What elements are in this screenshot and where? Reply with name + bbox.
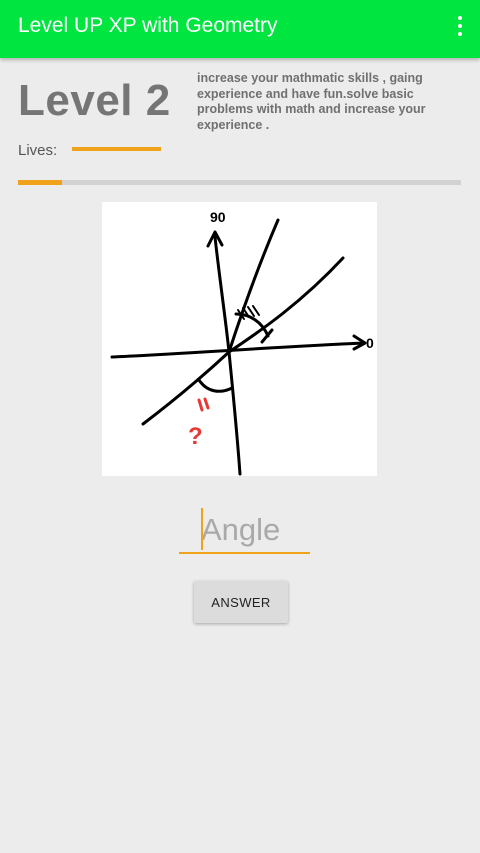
angle-input[interactable] bbox=[179, 508, 310, 554]
question-image: 90 0 ? bbox=[102, 202, 377, 476]
lives-bar bbox=[72, 147, 161, 151]
angle-diagram: 90 0 ? bbox=[110, 209, 374, 476]
label-ninety: 90 bbox=[210, 209, 226, 225]
level-progress-fill bbox=[18, 180, 63, 185]
level-title: Level 2 bbox=[18, 76, 171, 125]
answer-button[interactable]: ANSWER bbox=[194, 581, 288, 623]
level-progress-bar bbox=[18, 180, 461, 185]
label-zero: 0 bbox=[366, 335, 374, 351]
lives-label: Lives: bbox=[18, 142, 58, 159]
lives-bar-fill bbox=[72, 147, 161, 151]
app-bar: Level UP XP with Geometry bbox=[0, 0, 480, 58]
level-description: increase your mathmatic skills , gaing e… bbox=[197, 71, 426, 132]
app-title: Level UP XP with Geometry bbox=[18, 14, 278, 37]
text-cursor bbox=[201, 508, 203, 550]
label-question-mark: ? bbox=[188, 423, 203, 450]
overflow-menu-icon[interactable] bbox=[454, 16, 466, 40]
